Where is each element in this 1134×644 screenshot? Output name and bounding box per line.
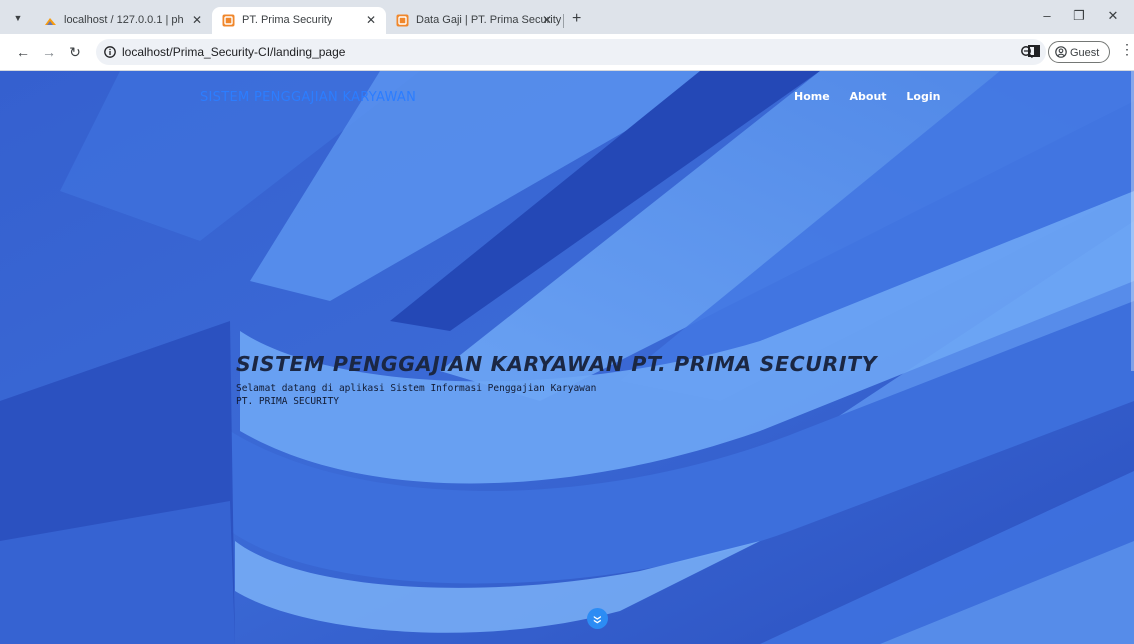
- tab-title: localhost / 127.0.0.1 | phpMyA: [64, 14, 184, 26]
- side-panel-icon[interactable]: [1028, 45, 1040, 57]
- page-scrollbar[interactable]: [1130, 71, 1134, 644]
- tab-title: Data Gaji | PT. Prima Security: [416, 14, 562, 26]
- address-bar[interactable]: localhost/Prima_Security-CI/landing_page: [96, 39, 1046, 65]
- browser-toolbar: ← → ↻ localhost/Prima_Security-CI/landin…: [0, 34, 1134, 71]
- tab-separator: [563, 14, 564, 28]
- nav-link-login[interactable]: Login: [906, 90, 940, 103]
- profile-button[interactable]: Guest: [1048, 41, 1110, 63]
- tab-strip: ▼ localhost / 127.0.0.1 | phpMyA ✕ PT. P…: [0, 0, 1134, 34]
- double-chevron-down-icon: ❯❯: [593, 614, 602, 623]
- close-icon[interactable]: ✕: [192, 7, 202, 34]
- scroll-down-button[interactable]: ❯❯: [587, 608, 608, 629]
- hero-title: SISTEM PENGGAJIAN KARYAWAN PT. PRIMA SEC…: [236, 352, 878, 376]
- reload-icon[interactable]: ↻: [66, 43, 84, 61]
- profile-icon: [1055, 46, 1067, 58]
- close-icon[interactable]: ✕: [366, 7, 376, 34]
- hero-subtitle: Selamat datang di aplikasi Sistem Inform…: [236, 382, 636, 408]
- site-info-icon[interactable]: [104, 46, 116, 58]
- url-text: localhost/Prima_Security-CI/landing_page: [122, 45, 346, 59]
- hero-subtitle-line1: Selamat datang di aplikasi Sistem Inform…: [236, 383, 597, 394]
- tab-title: PT. Prima Security: [242, 14, 333, 26]
- tab-data-gaji[interactable]: Data Gaji | PT. Prima Security ✕: [386, 7, 562, 34]
- nav-link-home[interactable]: Home: [794, 90, 830, 103]
- back-arrow-icon[interactable]: ←: [14, 43, 32, 61]
- hero-subtitle-line2: PT. PRIMA SECURITY: [236, 396, 339, 407]
- more-menu-icon[interactable]: ⋮: [1120, 41, 1134, 58]
- forward-arrow-icon[interactable]: →: [40, 43, 58, 61]
- top-navigation: Home About Login: [794, 90, 956, 103]
- close-icon[interactable]: ✕: [542, 7, 552, 34]
- phpmyadmin-icon: [45, 18, 56, 25]
- hero-section: SISTEM PENGGAJIAN KARYAWAN PT. PRIMA SEC…: [236, 352, 936, 408]
- nav-link-about[interactable]: About: [850, 90, 887, 103]
- site-favicon-icon: [222, 14, 235, 27]
- site-favicon-icon: [396, 14, 409, 27]
- tab-phpmyadmin[interactable]: localhost / 127.0.0.1 | phpMyA ✕: [34, 7, 212, 34]
- restore-icon[interactable]: ❐: [1068, 8, 1090, 24]
- tab-prima-security[interactable]: PT. Prima Security ✕: [212, 7, 386, 34]
- page-viewport: SISTEM PENGGAJIAN KARYAWAN Home About Lo…: [0, 71, 1134, 644]
- new-tab-icon[interactable]: +: [572, 10, 581, 28]
- minimize-icon[interactable]: –: [1036, 8, 1058, 23]
- window-close-icon[interactable]: ✕: [1102, 8, 1124, 24]
- brand-logo-text[interactable]: SISTEM PENGGAJIAN KARYAWAN: [200, 90, 416, 105]
- tab-search-chevron-icon[interactable]: ▼: [8, 9, 28, 27]
- profile-label: Guest: [1070, 47, 1100, 59]
